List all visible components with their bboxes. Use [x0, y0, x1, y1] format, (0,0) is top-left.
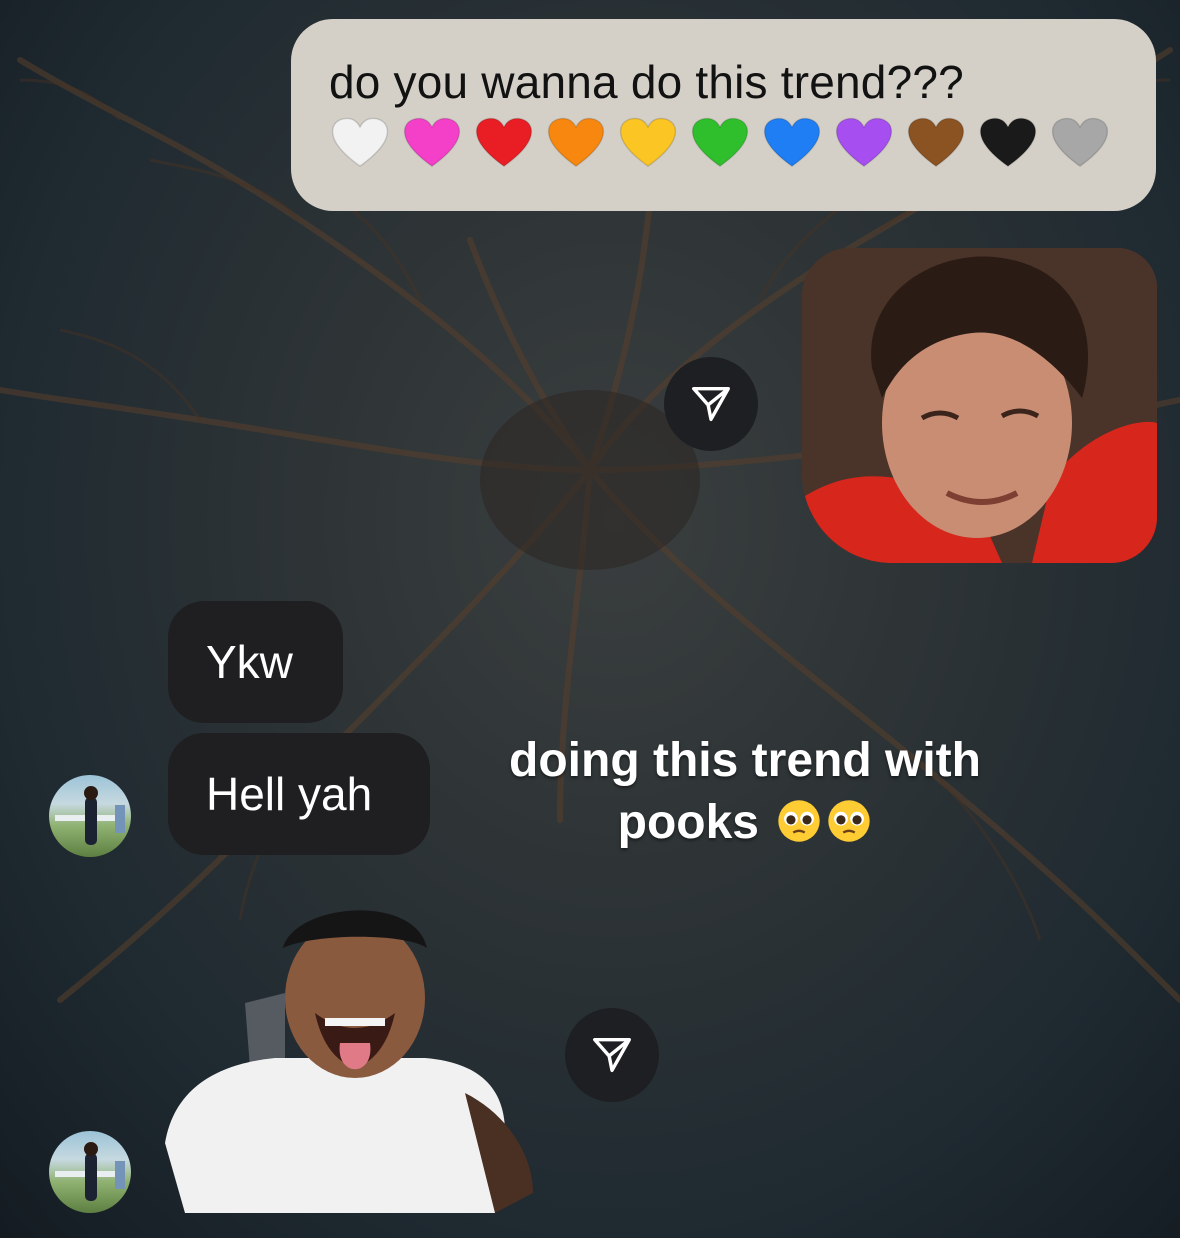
yellow-heart-icon [619, 117, 677, 167]
pleading-face-icon [778, 800, 821, 842]
red-heart-icon [475, 117, 533, 167]
incoming-message-bubble[interactable]: Ykw [168, 601, 343, 723]
share-button[interactable] [565, 1008, 659, 1102]
avatar[interactable] [49, 775, 131, 857]
pleading-face-icon [828, 800, 871, 842]
photo-sticker-illustration [802, 248, 1157, 563]
avatar-person-icon [55, 1142, 125, 1201]
heart-emoji-row [331, 117, 1156, 169]
green-heart-icon [691, 117, 749, 167]
outgoing-message-text: do you wanna do this trend??? [329, 56, 964, 108]
overlay-caption-text: doing this trend with pooks [509, 734, 981, 849]
sticker-man-tongue-out[interactable] [165, 893, 537, 1215]
avatar[interactable] [49, 1131, 131, 1213]
brown-heart-icon [907, 117, 965, 167]
incoming-message-text: Hell yah [206, 768, 373, 820]
incoming-message-text: Ykw [206, 636, 293, 688]
avatar-person-icon [55, 786, 125, 845]
paper-plane-icon [692, 386, 730, 422]
orange-heart-icon [547, 117, 605, 167]
purple-heart-icon [835, 117, 893, 167]
share-button[interactable] [664, 357, 758, 451]
sticker-man-illustration [165, 910, 533, 1213]
photo-sticker-man-red-shirt[interactable] [802, 248, 1157, 563]
pink-heart-icon [403, 117, 461, 167]
overlay-caption: doing this trend with pooks [440, 730, 1050, 854]
paper-plane-icon [593, 1037, 631, 1073]
grey-heart-icon [1051, 117, 1109, 167]
incoming-message-bubble[interactable]: Hell yah [168, 733, 430, 855]
outgoing-message-bubble[interactable]: do you wanna do this trend??? [291, 19, 1156, 211]
black-heart-icon [979, 117, 1037, 167]
white-heart-icon [331, 117, 389, 167]
blue-heart-icon [763, 117, 821, 167]
